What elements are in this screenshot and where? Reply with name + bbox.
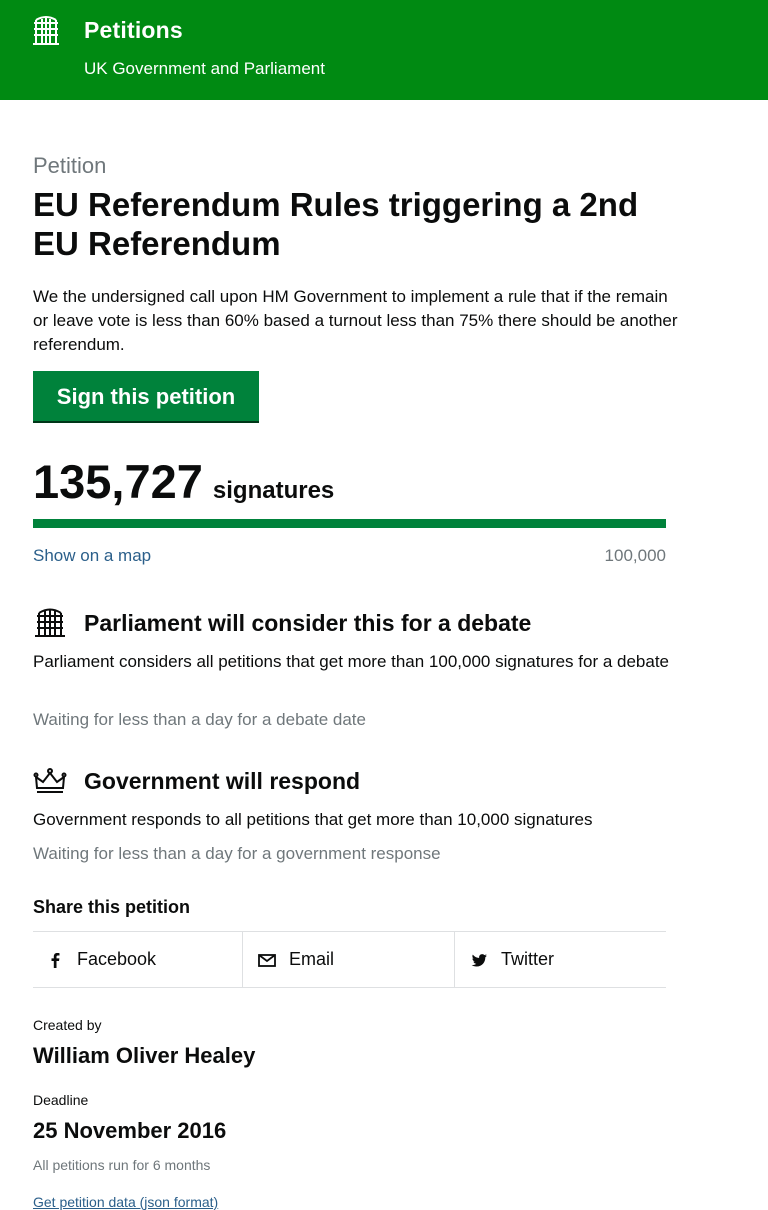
response-title: Government will respond bbox=[84, 768, 361, 794]
petition-title: EU Referendum Rules triggering a 2nd EU … bbox=[33, 186, 639, 262]
share-twitter-link[interactable]: Twitter bbox=[454, 932, 666, 987]
petition-data-link[interactable]: Get petition data (json format) bbox=[33, 1194, 218, 1210]
share-heading: Share this petition bbox=[33, 897, 191, 917]
share-email-label: Email bbox=[289, 949, 335, 969]
site-title[interactable]: Petitions bbox=[84, 17, 183, 44]
response-status: Waiting for less than a day for a govern… bbox=[33, 844, 441, 863]
deadline-note: All petitions run for 6 months bbox=[33, 1157, 211, 1173]
signature-count-number: 135,727 bbox=[33, 455, 203, 508]
petition-action: We the undersigned call upon HM Governme… bbox=[33, 287, 678, 354]
signature-count-label: signatures bbox=[212, 477, 335, 504]
site-subtitle: UK Government and Parliament bbox=[84, 59, 325, 78]
signature-threshold: 100,000 bbox=[604, 546, 666, 565]
creator-name: William Oliver Healey bbox=[33, 1043, 256, 1068]
show-on-map-link[interactable]: Show on a map bbox=[33, 546, 151, 566]
signature-count: 135,727 signatures bbox=[33, 454, 334, 509]
portcullis-icon bbox=[33, 16, 59, 45]
twitter-icon bbox=[471, 953, 487, 966]
sign-petition-button[interactable]: Sign this petition bbox=[33, 371, 259, 421]
debate-body: Parliament considers all petitions that … bbox=[33, 652, 669, 671]
facebook-icon bbox=[51, 952, 60, 968]
created-by-label: Created by bbox=[33, 1017, 102, 1033]
debate-status: Waiting for less than a day for a debate… bbox=[33, 710, 366, 729]
share-facebook-label: Facebook bbox=[77, 949, 157, 969]
share-twitter-label: Twitter bbox=[501, 949, 555, 969]
response-body: Government responds to all petitions tha… bbox=[33, 810, 593, 829]
debate-title: Parliament will consider this for a deba… bbox=[84, 610, 532, 636]
signature-progress-bar bbox=[33, 519, 666, 528]
share-bar: Facebook Email Twitter bbox=[33, 931, 666, 988]
portcullis-icon bbox=[35, 608, 65, 637]
share-facebook-link[interactable]: Facebook bbox=[33, 932, 242, 987]
deadline-date: 25 November 2016 bbox=[33, 1118, 227, 1143]
petition-eyebrow: Petition bbox=[33, 153, 107, 178]
deadline-label: Deadline bbox=[33, 1092, 89, 1108]
crown-icon bbox=[33, 768, 67, 793]
signature-progress-fill bbox=[33, 519, 666, 528]
share-email-link[interactable]: Email bbox=[242, 932, 454, 987]
email-icon bbox=[258, 953, 276, 967]
site-header: Petitions UK Government and Parliament bbox=[0, 0, 768, 100]
